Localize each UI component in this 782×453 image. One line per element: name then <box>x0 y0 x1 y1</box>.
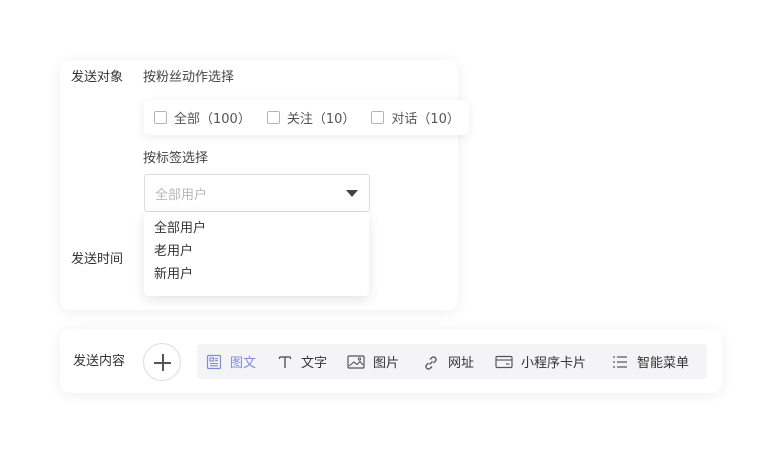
target-label: 发送对象 <box>71 70 124 85</box>
type-news[interactable]: 图文 <box>206 344 256 379</box>
image-icon <box>347 354 365 369</box>
dropdown-option[interactable]: 新用户 <box>154 266 369 289</box>
by-tag-label: 按标签选择 <box>143 151 209 166</box>
send-time-label: 发送时间 <box>71 252 124 267</box>
checkbox-box[interactable] <box>154 111 167 124</box>
checkbox-label: 全部（100） <box>174 112 251 127</box>
caret-down-icon[interactable] <box>346 190 358 197</box>
news-icon <box>206 354 222 369</box>
checkbox-label: 对话（10） <box>391 112 460 127</box>
tag-select[interactable]: 全部用户 <box>144 174 370 212</box>
type-label: 图片 <box>373 356 400 371</box>
dropdown-option[interactable]: 全部用户 <box>154 220 369 243</box>
type-text[interactable]: 文字 <box>277 344 327 379</box>
mini-program-card-icon <box>495 355 513 368</box>
link-icon <box>425 355 437 370</box>
type-label: 网址 <box>448 356 475 371</box>
checkbox-box[interactable] <box>266 111 280 124</box>
type-label: 图文 <box>230 356 257 371</box>
type-label: 文字 <box>301 356 328 371</box>
checkbox-all[interactable]: 全部（100） <box>154 108 251 127</box>
action-checkbox-group: 全部（100） 关注（10） 对话（10） <box>144 100 469 135</box>
tag-dropdown: 全部用户 老用户 新用户 <box>144 212 369 296</box>
checkbox-box[interactable] <box>371 111 385 124</box>
checkbox-follow[interactable]: 关注（10） <box>266 108 356 127</box>
type-mini-program-card[interactable]: 小程序卡片 <box>495 344 586 379</box>
type-smart-menu[interactable]: 智能菜单 <box>611 344 689 379</box>
content-type-bar: 图文 文字 图片 网址 小程序卡片 智能菜单 <box>197 344 707 379</box>
menu-list-icon <box>613 355 627 368</box>
type-link[interactable]: 网址 <box>422 344 474 379</box>
type-label: 智能菜单 <box>637 356 690 371</box>
add-content-button[interactable] <box>143 343 181 381</box>
text-icon <box>278 355 292 368</box>
checkbox-label: 关注（10） <box>286 112 356 127</box>
by-action-label: 按粉丝动作选择 <box>143 70 235 85</box>
type-image[interactable]: 图片 <box>347 344 399 379</box>
select-placeholder: 全部用户 <box>155 187 208 203</box>
content-label: 发送内容 <box>73 354 126 369</box>
type-label: 小程序卡片 <box>521 356 587 371</box>
checkbox-dialog[interactable]: 对话（10） <box>371 108 460 127</box>
dropdown-option[interactable]: 老用户 <box>154 243 369 266</box>
plus-icon <box>162 354 164 371</box>
